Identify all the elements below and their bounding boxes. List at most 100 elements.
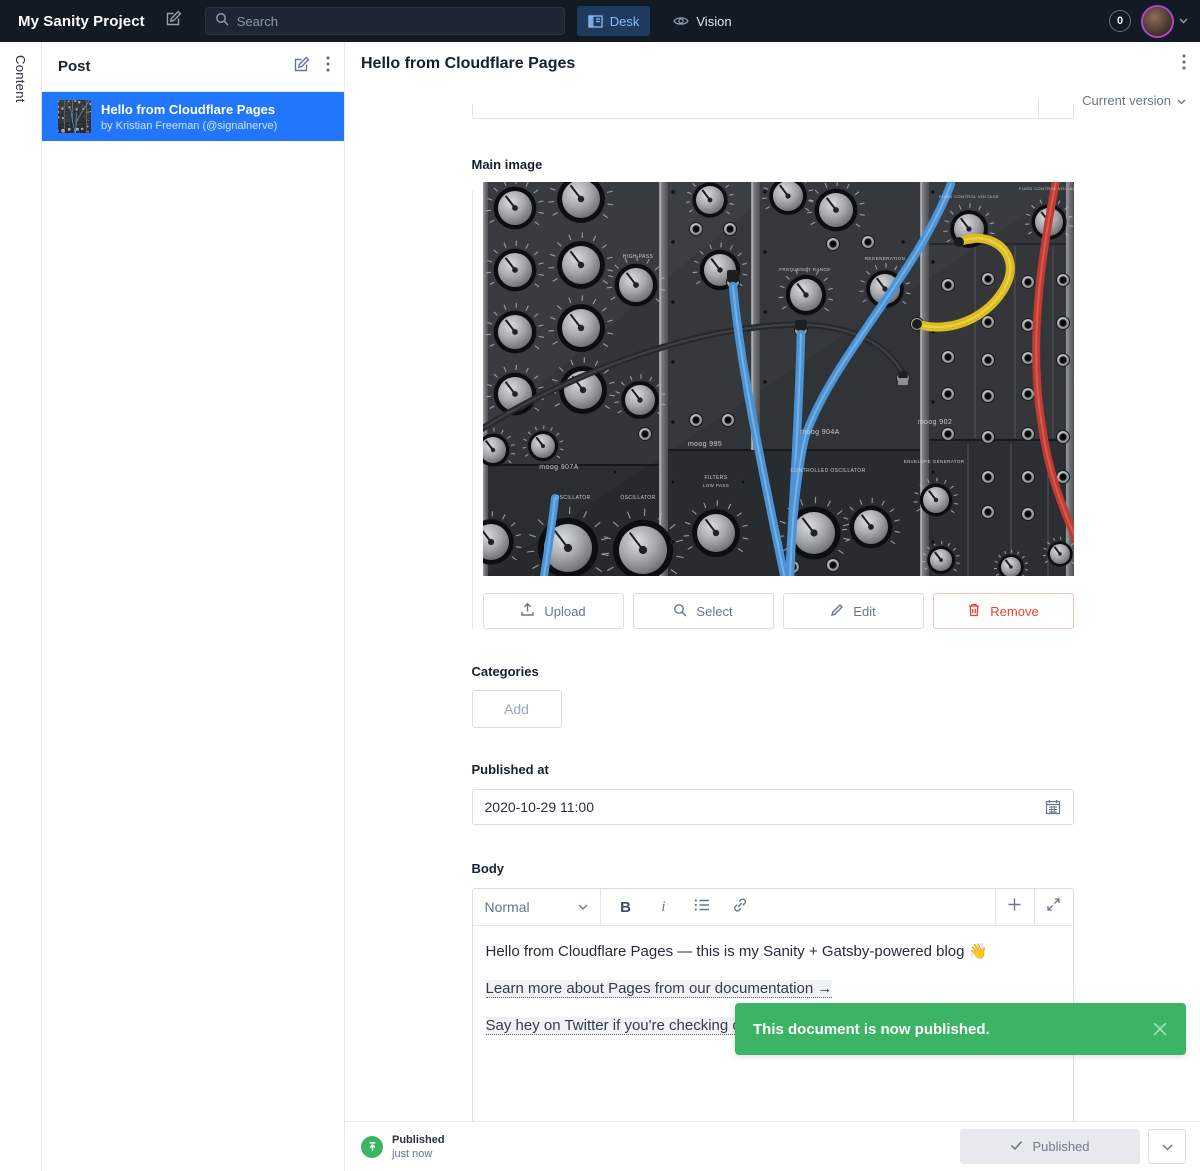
tab-vision[interactable]: Vision (662, 6, 742, 36)
edit-button[interactable]: Edit (783, 593, 924, 629)
field-published-at: Published at (472, 762, 1074, 825)
style-select[interactable]: Normal (473, 889, 601, 925)
upload-icon (520, 602, 535, 620)
search-input[interactable] (237, 14, 555, 29)
tab-vision-label: Vision (696, 14, 731, 29)
post-panel-title: Post (58, 58, 91, 75)
document-content: Current version Main image HIGH PASSFREQ… (345, 86, 1200, 1121)
field-main-image: Main image HIGH PASSFREQUENCY RANGEREGEN… (472, 157, 1074, 629)
publish-button[interactable]: Published (960, 1129, 1140, 1164)
kebab-icon (326, 56, 330, 77)
style-select-value: Normal (485, 899, 530, 915)
svg-text:FILTERS: FILTERS (704, 475, 727, 481)
svg-text:moog 907A: moog 907A (539, 464, 578, 471)
published-at-input[interactable] (485, 799, 1045, 815)
notifications-badge[interactable]: 0 (1109, 10, 1131, 32)
tab-desk[interactable]: Desk (577, 6, 651, 36)
svg-text:OSCILLATOR: OSCILLATOR (555, 495, 590, 501)
plus-icon (1007, 897, 1022, 917)
field-body: Body Normal B (472, 861, 1074, 1121)
svg-text:OSCILLATOR: OSCILLATOR (620, 495, 655, 501)
check-icon (1010, 1139, 1023, 1154)
svg-text:ENVELOPE GENERATOR: ENVELOPE GENERATOR (903, 459, 964, 464)
svg-text:FIXED CONTROL VOLTAGE: FIXED CONTROL VOLTAGE (938, 194, 998, 199)
body-link-documentation[interactable]: Learn more about Pages from our document… (486, 980, 833, 998)
document-panel: Hello from Cloudflare Pages Current vers… (345, 42, 1200, 1171)
svg-text:REGENERATION: REGENERATION (864, 256, 904, 261)
select-label: Select (696, 604, 732, 619)
document-footer: Published just now Published (345, 1121, 1200, 1171)
compose-icon (293, 56, 310, 78)
add-category-button[interactable]: Add (472, 690, 562, 728)
chevron-down-icon (1177, 93, 1186, 108)
version-selector[interactable]: Current version (1082, 93, 1186, 108)
remove-button[interactable]: Remove (933, 593, 1074, 629)
search-icon (673, 603, 687, 620)
chevron-down-icon (1162, 1138, 1173, 1156)
tab-desk-label: Desk (610, 14, 640, 29)
italic-button[interactable]: i (647, 892, 681, 922)
fullscreen-button[interactable] (1034, 889, 1073, 925)
body-paragraph[interactable]: Hello from Cloudflare Pages — this is my… (486, 941, 1060, 963)
slug-field-partial[interactable] (472, 104, 1074, 119)
bold-button[interactable]: B (609, 892, 643, 922)
document-menu-button[interactable] (1182, 54, 1186, 75)
upload-label: Upload (544, 604, 585, 619)
field-categories: Categories Add (472, 664, 1074, 728)
editor-toolbar: Normal B i (473, 889, 1073, 926)
svg-text:moog 902: moog 902 (917, 419, 951, 426)
create-post-button[interactable] (293, 56, 310, 78)
upload-button[interactable]: Upload (483, 593, 624, 629)
published-at-field (472, 789, 1074, 825)
chevron-down-icon[interactable] (1179, 18, 1188, 24)
published-at-label: Published at (472, 762, 1074, 777)
publish-menu-button[interactable] (1148, 1129, 1186, 1164)
compose-icon (165, 10, 182, 32)
sidebar-item-content[interactable]: Content (13, 55, 28, 1171)
svg-text:FREQUENCY RANGE: FREQUENCY RANGE (779, 267, 830, 272)
toast-message: This document is now published. (753, 1021, 990, 1038)
svg-text:moog 995: moog 995 (687, 441, 721, 448)
select-button[interactable]: Select (633, 593, 774, 629)
svg-text:CONTROLLED OSCILLATOR: CONTROLLED OSCILLATOR (790, 468, 865, 474)
close-icon[interactable] (1152, 1021, 1168, 1037)
main-image-preview[interactable]: HIGH PASS FREQUENCY RANGE REGENERATION FIXE… (483, 182, 1074, 576)
avatar[interactable] (1143, 7, 1172, 36)
list-icon (694, 898, 710, 917)
insert-block-button[interactable] (995, 889, 1034, 925)
search-bar[interactable] (205, 7, 565, 35)
toast-published: This document is now published. (735, 1003, 1186, 1055)
post-item-title: Hello from Cloudflare Pages (101, 102, 277, 117)
post-list-item-selected[interactable]: HIGH PASSFREQUENCY RANGEREGENERATIONFIXE… (42, 92, 344, 141)
document-header: Hello from Cloudflare Pages (345, 42, 1200, 86)
edit-label: Edit (853, 604, 875, 619)
navbar: My Sanity Project (0, 0, 1200, 42)
post-panel-menu-button[interactable] (326, 56, 330, 77)
content-rail: Content (0, 42, 42, 1171)
post-item-subtitle: by Kristian Freeman (@signalnerve) (101, 120, 277, 132)
bullet-list-button[interactable] (685, 892, 719, 922)
svg-text:moog 904A: moog 904A (800, 429, 839, 436)
remove-label: Remove (990, 604, 1038, 619)
link-icon (733, 898, 747, 917)
link-button[interactable] (723, 892, 757, 922)
new-document-button[interactable] (159, 6, 189, 36)
version-label: Current version (1082, 93, 1171, 108)
synthesizer-photo: HIGH PASSFREQUENCY RANGEREGENERATIONFIXE… (58, 100, 91, 133)
publish-status-icon (361, 1136, 383, 1158)
chevron-down-icon (578, 904, 588, 911)
synthesizer-photo: HIGH PASS FREQUENCY RANGE REGENERATION FIXE… (483, 182, 1074, 576)
calendar-icon[interactable] (1045, 799, 1061, 815)
navbar-right: 0 (1109, 7, 1188, 36)
eye-icon (673, 15, 689, 27)
document-title: Hello from Cloudflare Pages (361, 55, 575, 73)
publish-button-label: Published (1032, 1139, 1089, 1154)
change-bar (472, 191, 473, 629)
svg-text:HIGH PASS: HIGH PASS (622, 254, 653, 260)
add-label: Add (504, 701, 529, 717)
kebab-icon (1182, 54, 1186, 75)
desk-icon (588, 15, 603, 28)
svg-text:LOW PASS: LOW PASS (702, 483, 728, 488)
main-area: Content Post (0, 42, 1200, 1171)
pencil-icon (830, 603, 844, 620)
